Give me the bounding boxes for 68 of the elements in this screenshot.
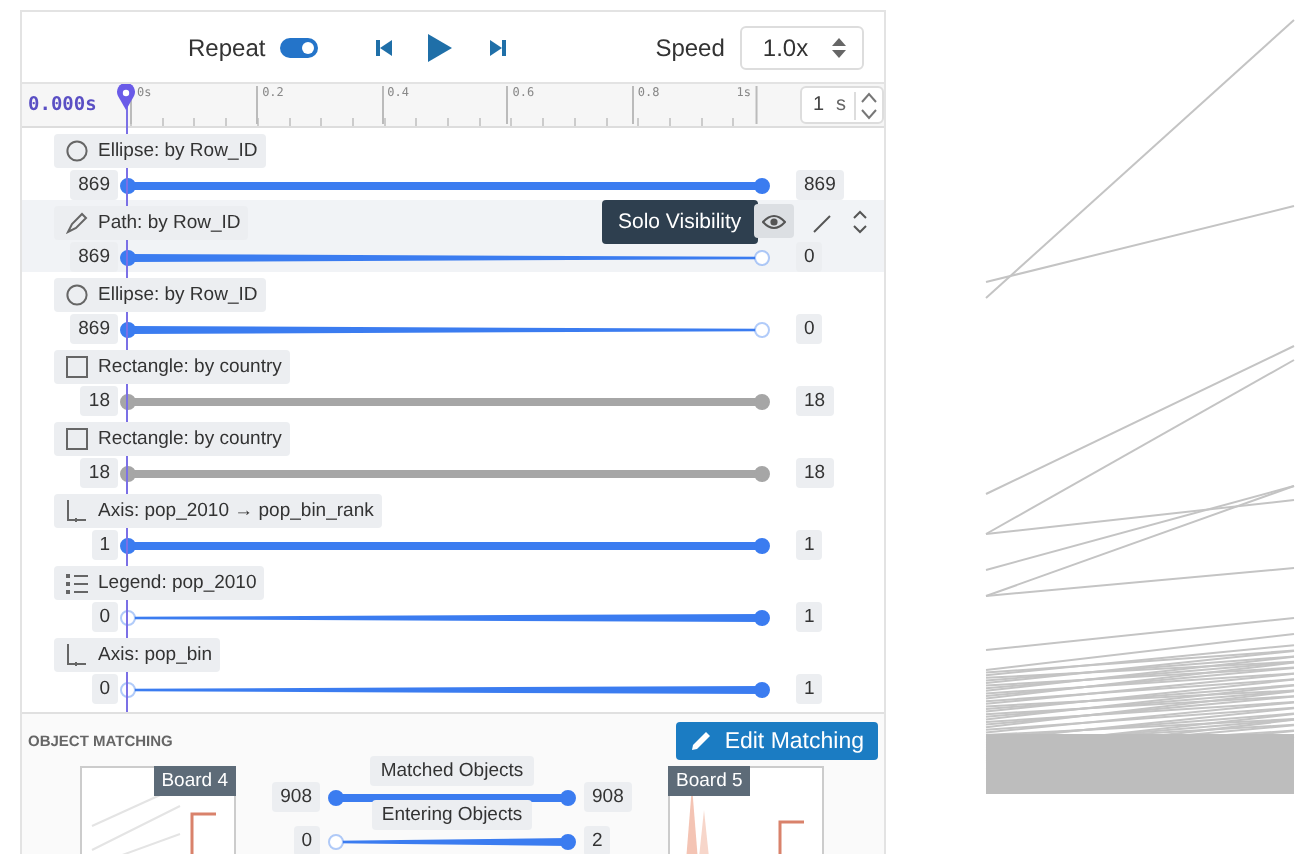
start-value: 869 [70, 170, 118, 200]
track-label-text: Axis: pop_2010 → pop_bin_rank [98, 500, 374, 522]
track-label-text: Axis: pop_bin [98, 644, 213, 666]
track-row[interactable]: Path: by Row_ID Solo Visibility 869 0 [22, 200, 884, 272]
circle-icon [66, 284, 88, 306]
chevron-up-icon[interactable] [860, 91, 878, 103]
start-value: 18 [80, 386, 118, 416]
start-value: 869 [70, 242, 118, 272]
track-label-text: Path: by Row_ID [98, 212, 241, 234]
board-label: Board 4 [153, 766, 236, 796]
stepper-icon [832, 37, 847, 57]
track-row[interactable]: Ellipse: by Row_ID 869 0 [22, 272, 884, 344]
playhead-line[interactable] [125, 104, 127, 712]
start-value: 18 [80, 458, 118, 488]
line-icon[interactable] [812, 214, 832, 234]
end-value: 0 [796, 314, 823, 344]
board-label: Board 5 [668, 766, 751, 796]
eye-icon[interactable] [754, 204, 794, 238]
track-row[interactable]: Axis: pop_bin 0 1 [22, 632, 884, 704]
playhead-handle-icon[interactable] [116, 84, 136, 110]
start-value: 0 [293, 826, 320, 854]
repeat-toggle[interactable] [279, 37, 318, 57]
track-row[interactable]: Ellipse: by Row_ID 869 869 [22, 128, 884, 200]
edit-matching-button[interactable]: Edit Matching [676, 722, 878, 760]
end-value: 1 [796, 602, 823, 632]
chevron-down-icon[interactable] [860, 107, 878, 119]
track-row[interactable]: Rectangle: by country 18 18 [22, 344, 884, 416]
pen-icon [66, 212, 88, 234]
end-value: 1 [796, 674, 823, 704]
track-label-text: Legend: pop_2010 [98, 572, 257, 594]
start-value: 0 [91, 674, 118, 704]
matching-label: Matched Objects [370, 756, 534, 786]
end-value: 18 [796, 458, 834, 488]
track-row[interactable]: Axis: pop_2010 → pop_bin_rank 1 1 [22, 488, 884, 560]
square-icon [66, 356, 88, 378]
repeat-label: Repeat [188, 33, 266, 61]
axis-icon [66, 644, 88, 666]
end-value: 1 [796, 530, 823, 560]
speed-label: Speed [655, 33, 725, 61]
start-value: 1 [91, 530, 118, 560]
end-value: 908 [584, 782, 632, 812]
tooltip: Solo Visibility [602, 200, 758, 244]
duration-field[interactable]: 1 s [800, 86, 884, 124]
matching-label: Entering Objects [371, 800, 533, 830]
end-value: 18 [796, 386, 834, 416]
pencil-icon [690, 730, 713, 752]
speed-select[interactable]: 1.0x [740, 25, 865, 69]
skip-forward-icon[interactable] [487, 37, 508, 57]
start-value: 0 [91, 602, 118, 632]
start-value: 908 [272, 782, 320, 812]
square-icon [66, 428, 88, 450]
end-value: 0 [796, 242, 823, 272]
play-icon[interactable] [425, 31, 454, 63]
circle-icon [66, 140, 88, 162]
track-row[interactable]: Legend: pop_2010 0 1 [22, 560, 884, 632]
track-label-text: Rectangle: by country [98, 428, 282, 450]
track-label-text: Ellipse: by Row_ID [98, 140, 258, 162]
skip-back-icon[interactable] [373, 37, 394, 57]
axis-icon [66, 500, 88, 522]
track-label-text: Ellipse: by Row_ID [98, 284, 258, 306]
end-value: 2 [584, 826, 611, 854]
current-time: 0.000s [26, 92, 99, 120]
track-row[interactable]: Rectangle: by country 18 18 [22, 416, 884, 488]
start-value: 869 [70, 314, 118, 344]
track-label-text: Rectangle: by country [98, 356, 282, 378]
end-value: 869 [796, 170, 844, 200]
list-icon [66, 572, 88, 594]
expand-icon[interactable] [852, 210, 868, 234]
